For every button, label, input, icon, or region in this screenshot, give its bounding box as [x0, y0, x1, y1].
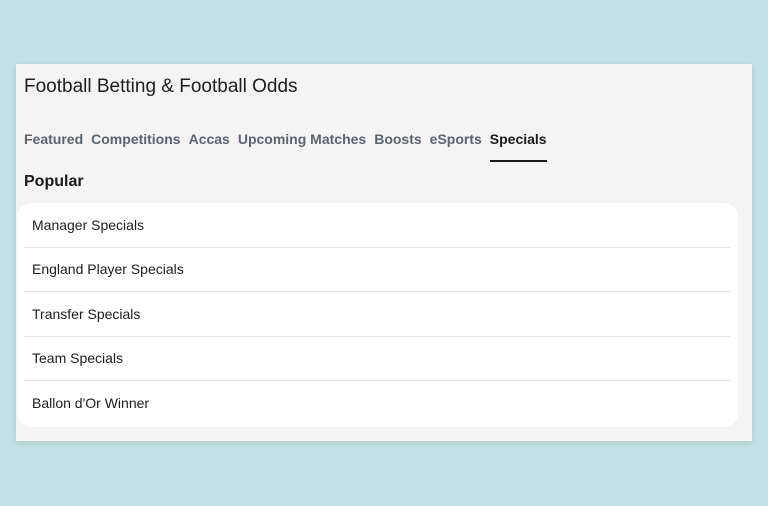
tab-bar: Featured Competitions Accas Upcoming Mat…	[24, 128, 547, 162]
list-item-manager-specials[interactable]: Manager Specials	[24, 203, 731, 248]
content-panel: Football Betting & Football Odds Feature…	[16, 64, 752, 441]
section-title-popular: Popular	[24, 173, 84, 190]
list-item-team-specials[interactable]: Team Specials	[24, 337, 731, 381]
tab-boosts[interactable]: Boosts	[374, 128, 421, 162]
page-title: Football Betting & Football Odds	[24, 76, 298, 97]
tab-upcoming-matches[interactable]: Upcoming Matches	[238, 128, 366, 162]
tab-accas[interactable]: Accas	[189, 128, 230, 162]
popular-list: Manager Specials England Player Specials…	[17, 203, 738, 427]
tab-esports[interactable]: eSports	[430, 128, 482, 162]
list-item-england-player-specials[interactable]: England Player Specials	[24, 248, 731, 292]
tab-specials[interactable]: Specials	[489, 128, 547, 162]
list-item-ballon-dor-winner[interactable]: Ballon d'Or Winner	[24, 381, 731, 426]
tab-featured[interactable]: Featured	[24, 128, 83, 162]
tab-competitions[interactable]: Competitions	[91, 128, 180, 162]
list-item-transfer-specials[interactable]: Transfer Specials	[24, 292, 731, 337]
